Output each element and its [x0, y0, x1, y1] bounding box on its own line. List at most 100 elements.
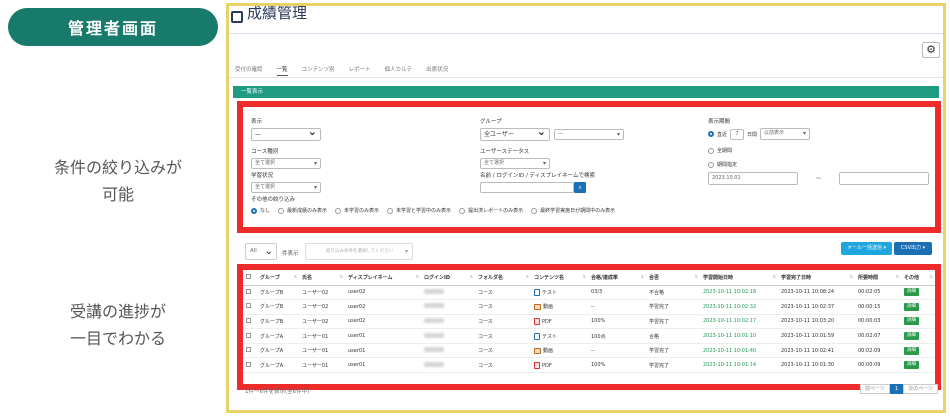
name-search-button[interactable]: ⌕	[574, 182, 586, 193]
cell-text: 03/3	[591, 289, 603, 296]
other-option-1[interactable]: 最新成績のみ表示	[278, 207, 327, 214]
results-table: グループ ⇅ 氏名 ⇅ ディスプレイネーム ⇅ ログインID ⇅ フォルダ名 ⇅ コンテンツ名 ⇅ 合格…	[243, 270, 935, 374]
row-checkbox[interactable]	[246, 303, 251, 309]
subgroup-select[interactable]: —	[554, 129, 624, 140]
study-status-select[interactable]: 全て選択	[251, 182, 321, 193]
user-status-select[interactable]: 全て選択	[480, 158, 550, 169]
column-header-7[interactable]: 合格/達成率 ⇅	[588, 270, 646, 286]
name-search-input[interactable]	[480, 182, 574, 193]
tab-1[interactable]: 一覧	[276, 63, 288, 76]
detail-button[interactable]: 詳細	[904, 346, 919, 355]
cell-result: 学習完了	[646, 299, 700, 315]
column-header-3[interactable]: ディスプレイネーム ⇅	[345, 270, 421, 286]
other-option-5[interactable]: 最終学習実施日が期間中のみ表示	[531, 207, 615, 214]
column-header-10[interactable]: 学習完了日時 ⇅	[778, 270, 855, 286]
row-checkbox-cell[interactable]	[243, 285, 257, 301]
tab-0[interactable]: 受付の確認	[235, 63, 263, 75]
row-checkbox-cell[interactable]	[243, 357, 257, 374]
cell-text: 100%	[591, 362, 606, 369]
column-header-2[interactable]: 氏名 ⇅	[299, 270, 345, 286]
app-title: 成績管理	[229, 6, 307, 28]
period-days-input[interactable]: 7	[730, 128, 745, 140]
tab-2[interactable]: コンテンツ別	[302, 63, 335, 75]
sort-icon[interactable]: ⇅	[641, 274, 644, 279]
period-unit-select[interactable]: 以前表示	[760, 128, 811, 140]
page-size-select[interactable]: All ⌄	[245, 243, 277, 260]
detail-button[interactable]: 詳細	[904, 332, 919, 341]
row-checkbox-cell[interactable]	[243, 314, 257, 330]
other-option-label: 最終学習実施日が期間中のみ表示	[540, 208, 616, 214]
sort-icon[interactable]: ⇅	[583, 274, 586, 279]
other-option-radio[interactable]	[278, 207, 285, 214]
cell-login-id	[421, 299, 475, 315]
tab-5[interactable]: 出席状況	[426, 63, 448, 75]
detail-button[interactable]: 詳細	[904, 317, 919, 326]
other-option-radio[interactable]	[251, 207, 257, 214]
column-header-1[interactable]: グループ ⇅	[257, 270, 299, 286]
csv-export-button[interactable]: CSV出力 ▾	[894, 242, 932, 255]
column-header-11[interactable]: 所要時間 ⇅	[855, 270, 901, 286]
period-range-option[interactable]: 期間指定	[708, 161, 929, 168]
tab-4[interactable]: 個人カルテ	[385, 63, 413, 75]
other-option-3[interactable]: 未学習と学習中のみ表示	[387, 207, 451, 214]
sort-icon[interactable]: ⇅	[695, 274, 698, 279]
group-select[interactable]: 全ユーザー	[480, 128, 550, 141]
condition-search-select[interactable]: 絞り込み条件を選択してください ▾	[305, 243, 413, 260]
period-range-radio[interactable]	[708, 161, 714, 168]
course-type-select[interactable]: 全て選択	[251, 158, 321, 169]
column-header-5[interactable]: フォルダ名 ⇅	[475, 270, 531, 286]
sort-icon[interactable]: ⇅	[526, 274, 529, 279]
other-option-4[interactable]: 提出済レポートのみ表示	[459, 207, 523, 214]
cell-content: テスト	[531, 285, 588, 301]
period-recent-radio[interactable]	[708, 131, 714, 137]
column-header-9[interactable]: 学習開始日時 ⇅	[700, 270, 778, 286]
other-option-radio[interactable]	[459, 207, 466, 214]
sort-icon[interactable]: ⇅	[850, 274, 853, 279]
row-checkbox-cell[interactable]	[243, 328, 257, 344]
other-option-radio[interactable]	[335, 207, 342, 214]
column-header-12[interactable]: その他 ⇅	[901, 270, 935, 286]
cell-text: 2023-10-11 10:02:37	[781, 303, 835, 310]
page-1-button[interactable]: 1	[889, 384, 904, 394]
row-checkbox-cell[interactable]	[243, 299, 257, 315]
row-checkbox[interactable]	[246, 317, 251, 323]
row-checkbox[interactable]	[246, 361, 251, 367]
row-checkbox-cell[interactable]	[243, 343, 257, 359]
detail-button[interactable]: 詳細	[904, 302, 919, 311]
display-select[interactable]: —	[251, 128, 321, 141]
mail-bulk-button[interactable]: メール一括送信 ▾	[841, 242, 892, 255]
row-checkbox[interactable]	[246, 288, 251, 294]
period-from-input[interactable]: 2023.10.01	[708, 172, 798, 185]
period-recent-option[interactable]: 直近 7 日間 以前表示	[708, 128, 929, 140]
settings-button[interactable]: ⚙	[922, 42, 940, 58]
detail-button[interactable]: 詳細	[904, 288, 919, 297]
select-all-checkbox[interactable]	[246, 273, 251, 279]
sort-icon[interactable]: ⇅	[470, 274, 473, 279]
period-all-radio[interactable]	[708, 147, 714, 154]
column-header-0[interactable]	[243, 270, 257, 286]
other-option-0[interactable]: なし	[251, 207, 270, 214]
column-header-6[interactable]: コンテンツ名 ⇅	[531, 270, 588, 286]
period-to-input[interactable]	[839, 172, 930, 185]
column-header-4[interactable]: ログインID ⇅	[421, 270, 475, 286]
column-header-8[interactable]: 合否 ⇅	[646, 270, 700, 286]
next-page-button[interactable]: 次のページ	[903, 384, 938, 394]
cell-text: コース	[478, 333, 493, 340]
row-checkbox[interactable]	[246, 332, 251, 338]
detail-button[interactable]: 詳細	[904, 361, 919, 370]
prev-page-button[interactable]: 前ページ	[860, 384, 890, 394]
sort-icon[interactable]: ⇅	[896, 274, 899, 279]
sort-icon[interactable]: ⇅	[416, 274, 419, 279]
other-option-2[interactable]: 未学習のみ表示	[335, 207, 379, 214]
period-filter: 表示期間 直近 7 日間 以前表示 全期間 期間指定 2023.10.01 〜	[708, 117, 930, 185]
chevron-down-icon: ⌄	[264, 246, 273, 257]
sort-icon[interactable]: ⇅	[294, 274, 297, 279]
period-all-option[interactable]: 全期間	[708, 147, 929, 154]
sort-icon[interactable]: ⇅	[930, 274, 933, 279]
sort-icon[interactable]: ⇅	[773, 274, 776, 279]
tab-3[interactable]: レポート	[349, 63, 371, 75]
other-option-radio[interactable]	[531, 207, 538, 214]
sort-icon[interactable]: ⇅	[340, 274, 343, 279]
other-option-radio[interactable]	[387, 207, 394, 214]
row-checkbox[interactable]	[246, 347, 251, 353]
